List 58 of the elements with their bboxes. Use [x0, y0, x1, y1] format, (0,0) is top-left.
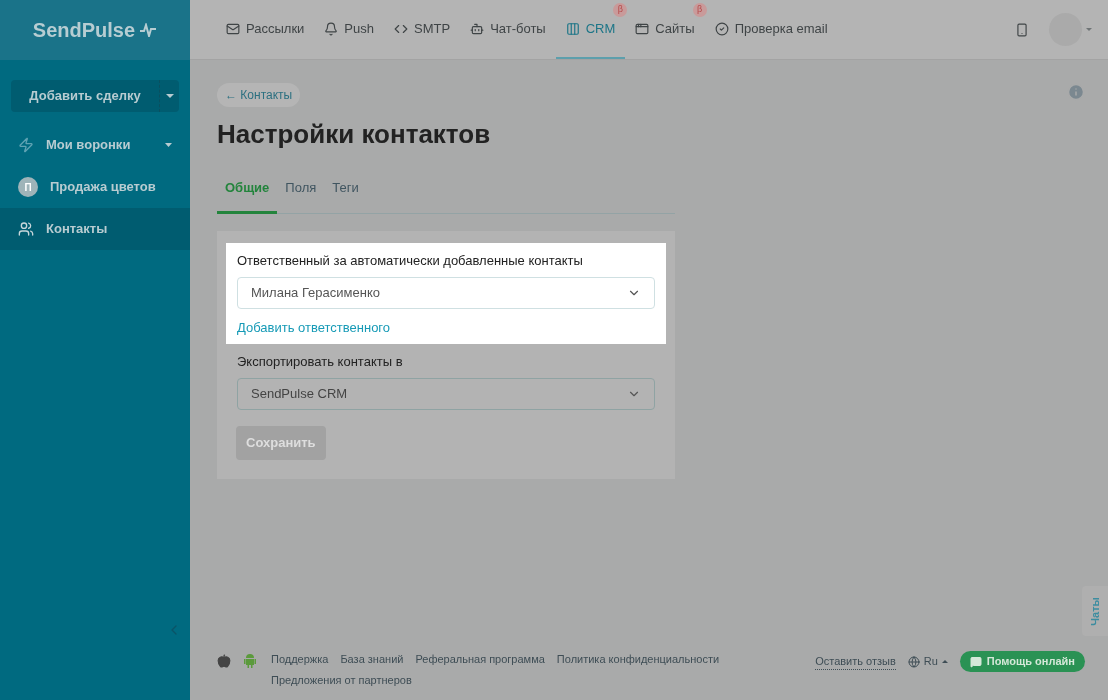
- language-selector[interactable]: Ru: [907, 653, 948, 670]
- nav-tab[interactable]: Рассылки: [216, 0, 315, 59]
- nav-tab[interactable]: Push: [314, 0, 384, 59]
- beta-badge: β: [692, 3, 707, 17]
- android-icon[interactable]: [243, 653, 257, 668]
- lightning-icon: [18, 137, 34, 153]
- tab[interactable]: Теги: [324, 174, 367, 214]
- tab[interactable]: Общие: [217, 174, 278, 214]
- language-label: Ru: [923, 654, 938, 670]
- nav-tab[interactable]: CRM β: [555, 0, 626, 59]
- logo-text: SendPulse: [32, 18, 136, 43]
- check-circle-icon: [714, 21, 729, 36]
- footer-link[interactable]: Предложения от партнеров: [271, 671, 412, 688]
- field-label: Экспортировать контакты в: [237, 352, 404, 371]
- sidebar-item[interactable]: П Продажа цветов: [0, 166, 190, 208]
- nav-tab[interactable]: Проверка email: [704, 0, 838, 59]
- page-title: Настройки контактов: [217, 118, 492, 151]
- bell-icon: [324, 21, 339, 36]
- footer-link[interactable]: База знаний: [340, 651, 404, 668]
- tab[interactable]: Поля: [277, 174, 325, 214]
- nav-tab[interactable]: Сайты β: [625, 0, 705, 59]
- caret-icon: [1086, 28, 1092, 31]
- select-field[interactable]: Милана Герасименко: [237, 277, 655, 309]
- envelope-icon: [226, 21, 240, 36]
- info-icon[interactable]: [1067, 83, 1085, 101]
- caret-icon: [941, 660, 948, 663]
- chat-icon: [969, 655, 982, 668]
- users-icon: [18, 221, 34, 237]
- field-label: Ответственный за автоматически добавленные контакты: [237, 251, 584, 270]
- sidebar-item[interactable]: Контакты: [0, 208, 190, 250]
- columns-icon: [565, 21, 580, 36]
- select-value: SendPulse CRM: [251, 385, 348, 404]
- add-deal-button[interactable]: Добавить сделку: [11, 80, 159, 112]
- sidebar-item[interactable]: Мои воронки: [0, 124, 190, 166]
- sidebar-item-label: Контакты: [46, 220, 109, 239]
- chats-tab-label: Чаты: [1087, 596, 1102, 626]
- phone-icon[interactable]: [1015, 22, 1029, 37]
- select-value: Милана Герасименко: [251, 284, 380, 303]
- back-link[interactable]: ← Контакты: [217, 83, 301, 107]
- window-icon: [635, 21, 650, 36]
- nav-tab[interactable]: Чат-боты: [460, 0, 556, 59]
- sidebar-item-label: Мои воронки: [46, 136, 132, 155]
- footer-link[interactable]: Поддержка: [271, 651, 329, 668]
- pulse-icon: [139, 23, 158, 37]
- select-field[interactable]: SendPulse CRM: [237, 378, 655, 410]
- sidebar-item-label: Продажа цветов: [50, 178, 157, 197]
- add-responsible-link[interactable]: Добавить ответственного: [237, 318, 655, 338]
- feedback-link[interactable]: Оставить отзыв: [815, 652, 896, 671]
- help-online-button[interactable]: Помощь онлайн: [959, 651, 1085, 672]
- footer-link[interactable]: Реферальная программа: [415, 651, 545, 668]
- footer-link[interactable]: Политика конфиденциальности: [556, 651, 720, 668]
- globe-icon: [907, 655, 920, 668]
- nav-tab[interactable]: SMTP: [384, 0, 461, 59]
- beta-badge: β: [613, 3, 628, 17]
- caret-icon: [165, 143, 172, 147]
- avatar-letter: П: [18, 177, 38, 197]
- apple-icon[interactable]: [217, 653, 231, 668]
- caret-icon: [165, 94, 174, 98]
